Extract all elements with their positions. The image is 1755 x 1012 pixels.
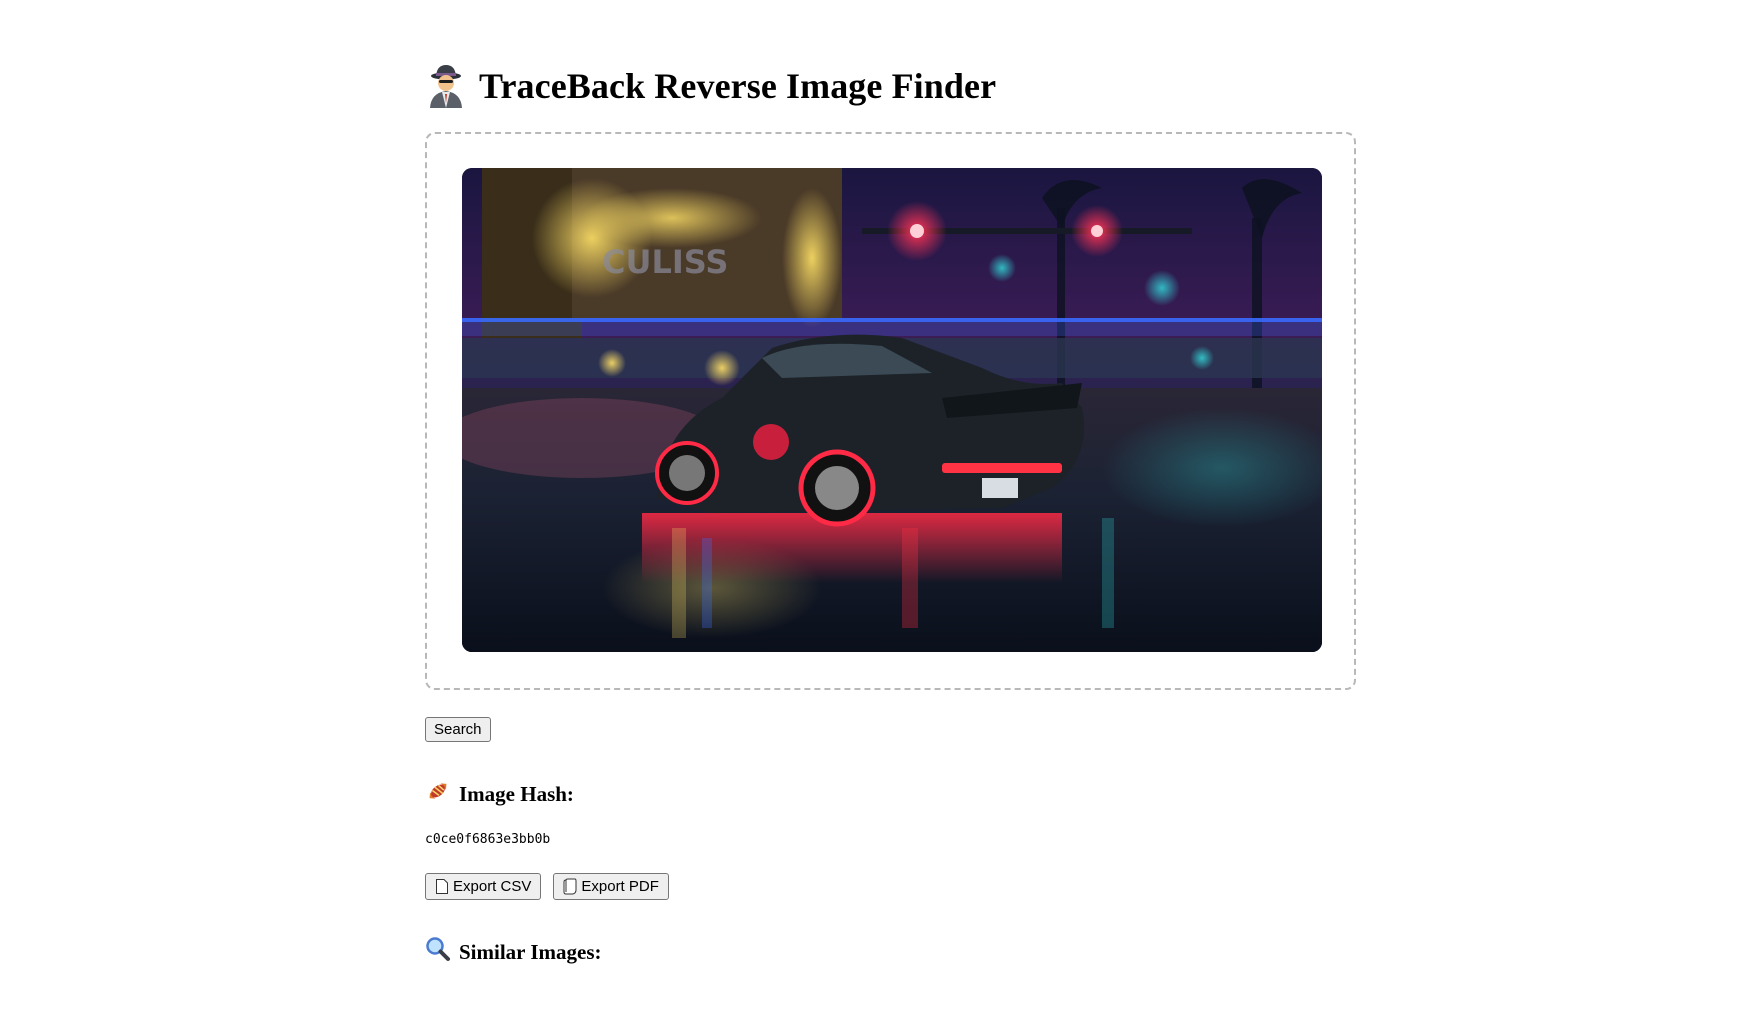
export-pdf-label: Export PDF xyxy=(581,878,659,895)
spy-detective-icon xyxy=(425,63,467,109)
image-hash-heading-text: Image Hash: xyxy=(459,781,574,806)
magnifier-icon xyxy=(425,936,451,968)
scroll-icon xyxy=(563,878,577,895)
uploaded-image-preview: CULISS xyxy=(462,168,1322,652)
candy-icon xyxy=(425,778,451,810)
export-csv-button[interactable]: Export CSV xyxy=(425,873,542,900)
search-button[interactable]: Search xyxy=(425,717,491,742)
export-csv-label: Export CSV xyxy=(453,878,532,895)
page-title: TraceBack Reverse Image Finder xyxy=(425,58,1360,114)
page-title-text: TraceBack Reverse Image Finder xyxy=(479,66,997,106)
similar-images-heading: Similar Images: xyxy=(425,936,602,968)
image-hash-heading: Image Hash: xyxy=(425,778,574,810)
svg-text:CULISS: CULISS xyxy=(602,243,728,281)
similar-images-heading-text: Similar Images: xyxy=(459,939,602,964)
document-icon xyxy=(435,878,449,895)
export-toolbar: Export CSV Export PDF xyxy=(425,873,669,900)
image-drop-zone[interactable]: CULISS xyxy=(425,132,1356,690)
image-hash-value: c0ce0f6863e3bb0b xyxy=(425,832,551,847)
export-pdf-button[interactable]: Export PDF xyxy=(553,873,669,900)
page: TraceBack Reverse Image Finder CULISS Se… xyxy=(0,0,1755,1012)
main-container: TraceBack Reverse Image Finder CULISS Se… xyxy=(425,58,1360,964)
